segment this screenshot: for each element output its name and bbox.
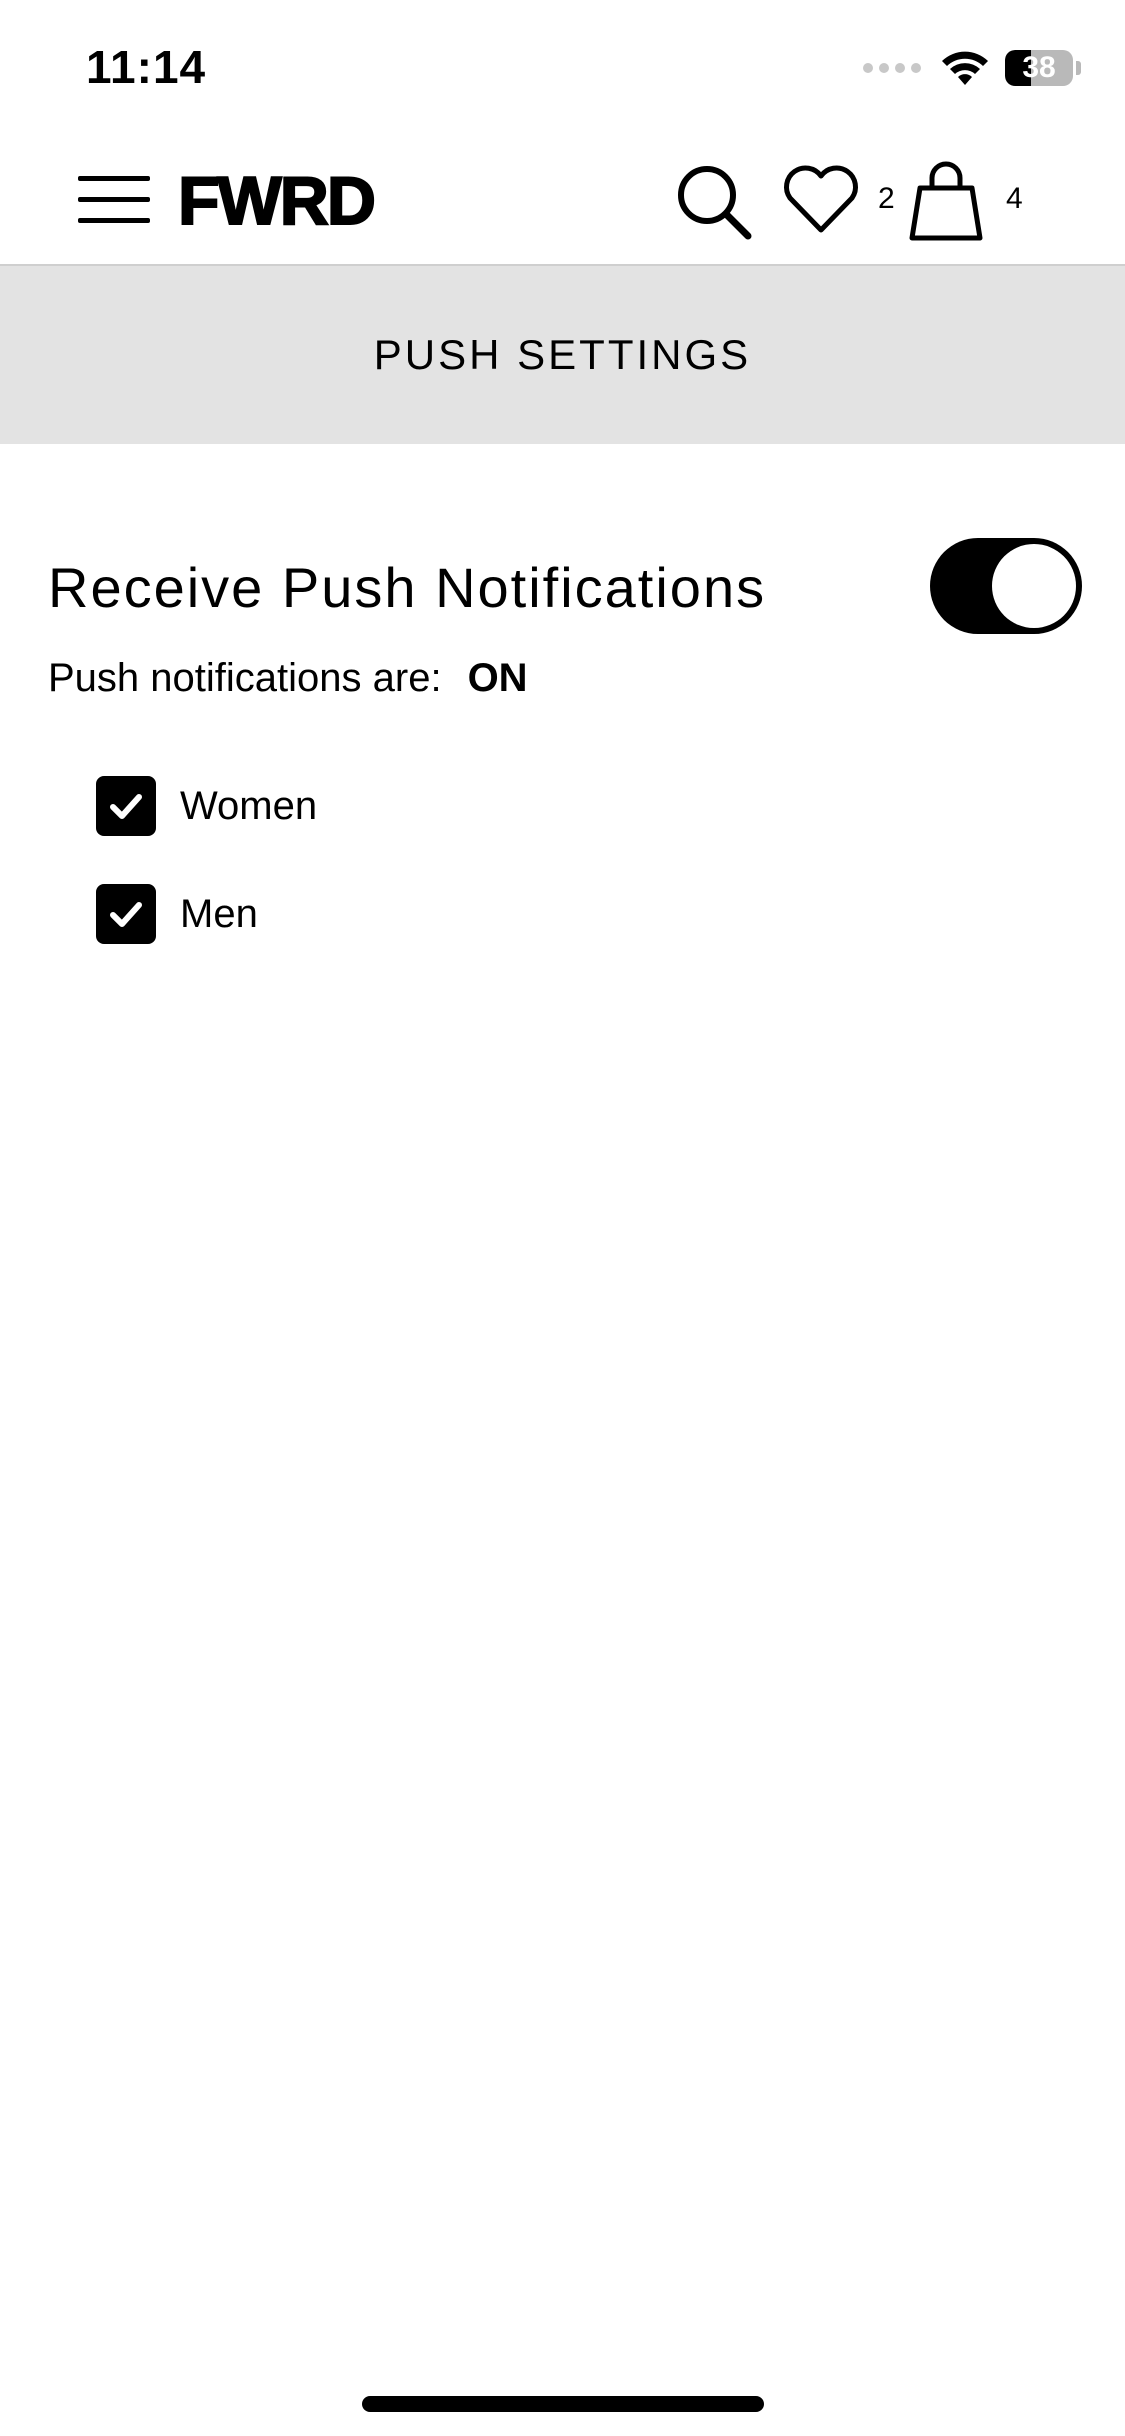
wifi-icon: [942, 51, 988, 85]
menu-icon[interactable]: [78, 172, 150, 228]
women-label: Women: [180, 783, 318, 828]
status-time: 11:14: [86, 41, 207, 93]
brand-logo[interactable]: FWRD: [177, 162, 377, 240]
men-label: Men: [180, 891, 258, 936]
receive-push-label: Receive Push Notifications: [48, 556, 767, 619]
battery-icon: 38: [1005, 50, 1073, 86]
option-women[interactable]: Women: [96, 776, 317, 836]
push-status-line: Push notifications are: ON: [48, 656, 528, 701]
checkmark-icon: [110, 902, 142, 927]
push-status-value: ON: [467, 656, 528, 700]
status-indicators: 38: [863, 48, 1081, 88]
wishlist-count: 2: [878, 182, 895, 215]
app-header: FWRD 2 4: [0, 132, 1125, 266]
women-checkbox[interactable]: [96, 776, 156, 836]
cellular-signal-icon: [863, 63, 921, 73]
bag-count: 4: [1006, 182, 1023, 215]
title-band: PUSH SETTINGS: [0, 266, 1125, 444]
toggle-knob: [992, 544, 1076, 628]
battery-level: 38: [1022, 51, 1056, 84]
home-indicator[interactable]: [362, 2396, 764, 2412]
men-checkbox[interactable]: [96, 884, 156, 944]
search-icon[interactable]: [674, 162, 754, 242]
page-title: PUSH SETTINGS: [373, 331, 752, 378]
heart-icon[interactable]: [782, 160, 860, 238]
push-status-prefix: Push notifications are:: [48, 656, 442, 700]
bag-icon[interactable]: [906, 158, 986, 242]
option-men[interactable]: Men: [96, 884, 258, 944]
checkmark-icon: [110, 794, 142, 819]
status-bar: 11:14 38: [0, 0, 1125, 132]
push-notifications-toggle[interactable]: [930, 538, 1082, 634]
